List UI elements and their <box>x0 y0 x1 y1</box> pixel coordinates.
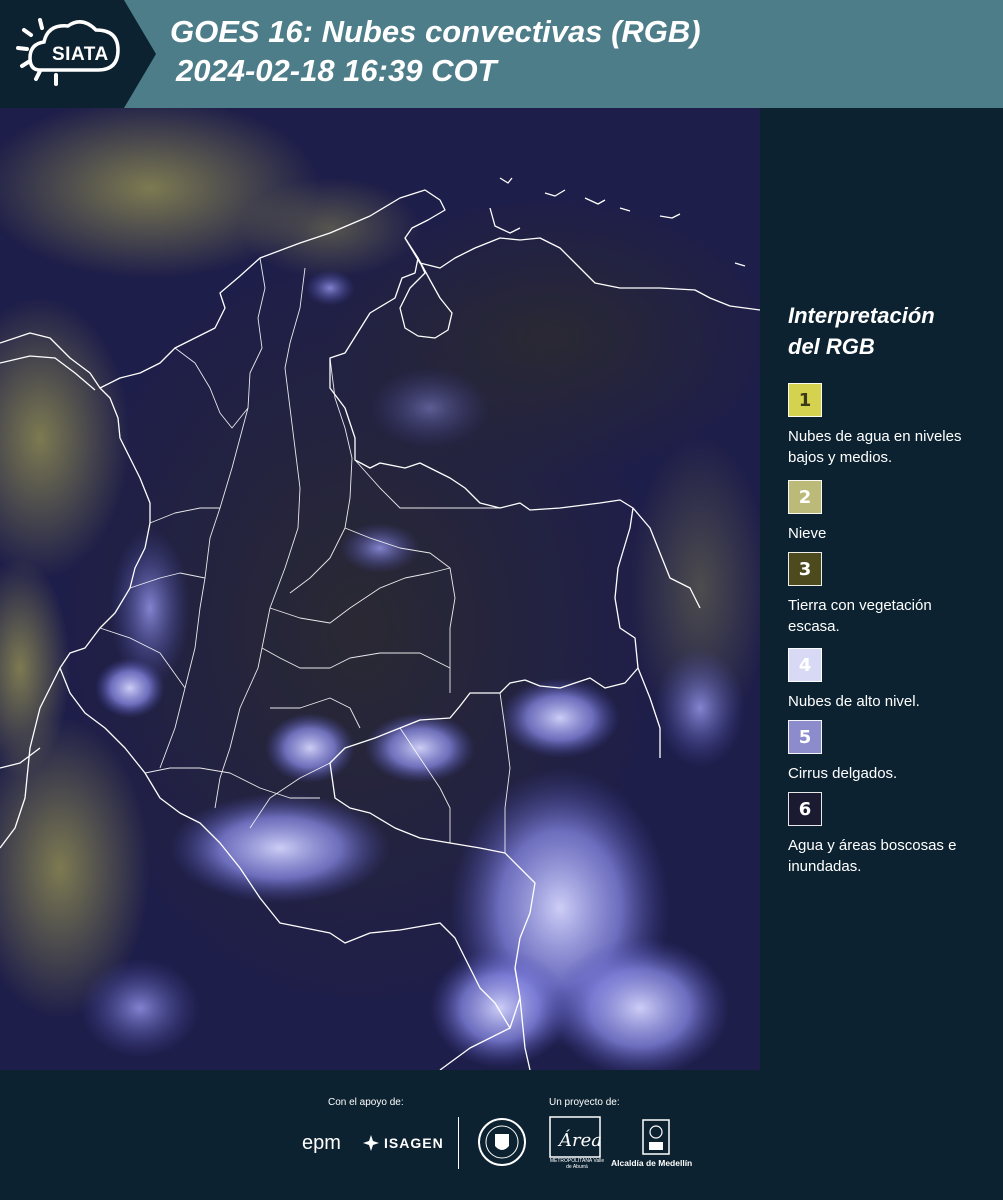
alcaldia-crest-icon <box>642 1119 670 1155</box>
legend-swatch: 5 <box>788 720 822 754</box>
legend-swatch: 3 <box>788 552 822 586</box>
legend-panel: Interpretación del RGB 1 Nubes de agua en… <box>778 300 993 900</box>
siata-logo-text: SIATA <box>52 44 109 65</box>
legend-item-2: 2 Nieve <box>788 480 988 544</box>
legend-label: Tierra con vegetación escasa. <box>788 597 932 635</box>
legend-item-6: 6 Agua y áreas boscosas e inundadas. <box>788 792 988 877</box>
legend-item-5: 5 Cirrus delgados. <box>788 720 988 784</box>
isagen-star-icon <box>363 1135 379 1151</box>
footer: Con el apoyo de: Un proyecto de: epm ISA… <box>0 1070 1003 1200</box>
legend-label: Nubes de agua en niveles bajos y medios. <box>788 428 962 466</box>
satellite-map <box>0 108 760 1070</box>
medellin-seal-icon <box>478 1118 526 1166</box>
timestamp-subtitle: 2024-02-18 16:39 COT <box>176 53 497 88</box>
page-title: GOES 16: Nubes convectivas (RGB) <box>170 14 701 49</box>
legend-item-4: 4 Nubes de alto nivel. <box>788 648 988 712</box>
legend-item-3: 3 Tierra con vegetación escasa. <box>788 552 988 637</box>
svg-text:Área: Área <box>557 1128 601 1151</box>
epm-logo: epm <box>302 1132 341 1154</box>
legend-label: Nieve <box>788 525 827 542</box>
area-metropolitana-subtitle: METROPOLITANA Valle de Aburrá <box>549 1158 605 1170</box>
footer-divider <box>458 1117 459 1169</box>
legend-swatch: 6 <box>788 792 822 826</box>
project-caption: Un proyecto de: <box>549 1097 620 1108</box>
header-bar: SIATA GOES 16: Nubes convectivas (RGB) 2… <box>0 0 1003 108</box>
legend-swatch: 2 <box>788 480 822 514</box>
legend-label: Nubes de alto nivel. <box>788 693 920 710</box>
alcaldia-label: Alcaldía de Medellín <box>611 1158 693 1168</box>
legend-label: Agua y áreas boscosas e inundadas. <box>788 837 957 875</box>
legend-label: Cirrus delgados. <box>788 765 898 782</box>
isagen-logo: ISAGEN <box>362 1134 444 1152</box>
isagen-label: ISAGEN <box>384 1135 444 1151</box>
satellite-map-image <box>0 108 760 1070</box>
legend-swatch: 1 <box>788 383 822 417</box>
legend-swatch: 4 <box>788 648 822 682</box>
support-caption: Con el apoyo de: <box>328 1097 404 1108</box>
legend-item-1: 1 Nubes de agua en niveles bajos y medios… <box>788 383 988 468</box>
legend-title: Interpretación del RGB <box>788 303 935 359</box>
